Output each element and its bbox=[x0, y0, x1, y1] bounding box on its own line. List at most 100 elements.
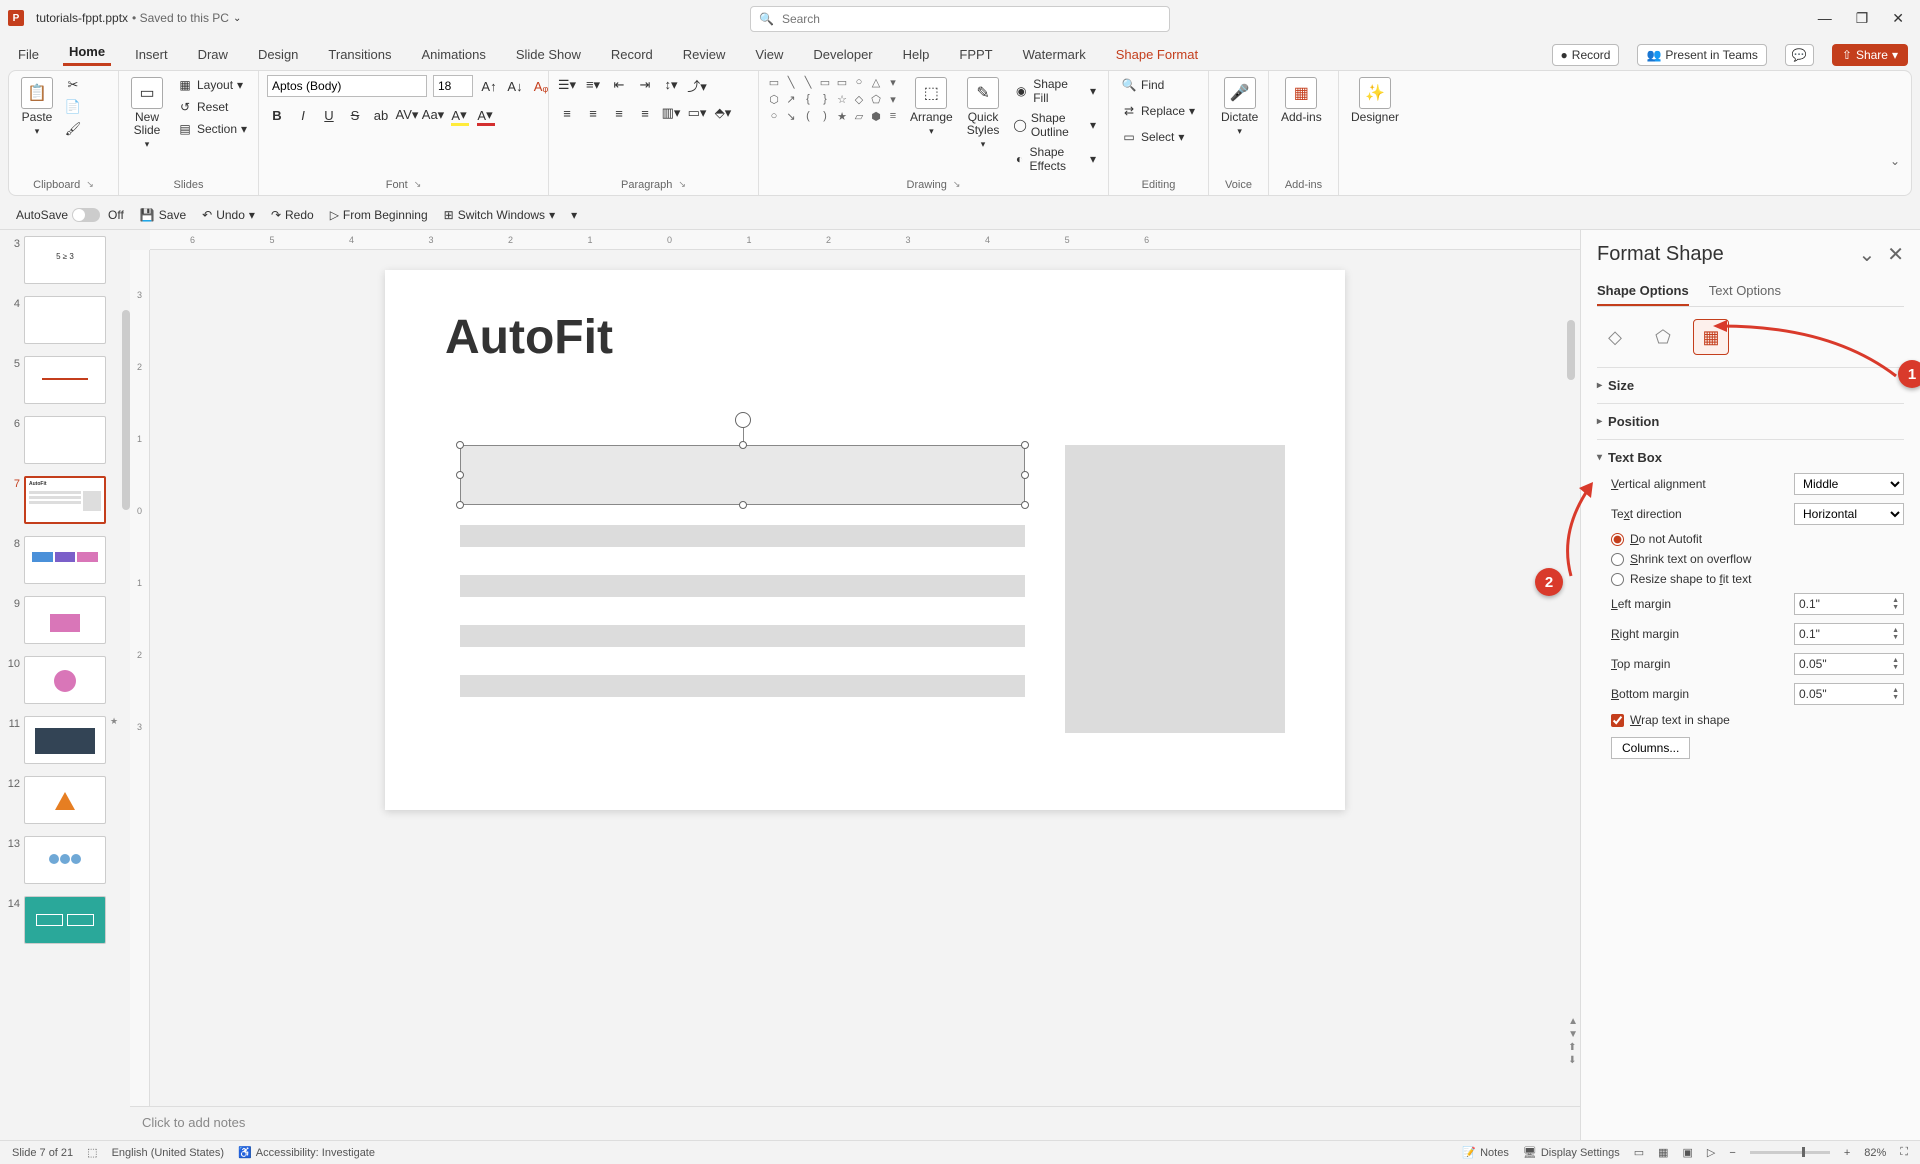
tab-draw[interactable]: Draw bbox=[192, 43, 234, 66]
slide-count[interactable]: Slide 7 of 21 bbox=[12, 1147, 73, 1159]
resize-handle[interactable] bbox=[456, 441, 464, 449]
new-slide-button[interactable]: ▭New Slide▾ bbox=[127, 75, 167, 152]
resize-handle[interactable] bbox=[1021, 441, 1029, 449]
replace-button[interactable]: ⇄Replace ▾ bbox=[1117, 101, 1199, 121]
autofit-shrink-radio[interactable]: Shrink text on overflow bbox=[1597, 549, 1904, 569]
horizontal-ruler[interactable]: 6 5 4 3 2 1 0 1 2 3 4 5 6 bbox=[150, 230, 1580, 250]
decrease-font-icon[interactable]: A↓ bbox=[505, 76, 525, 96]
bullets-button[interactable]: ☰▾ bbox=[557, 75, 577, 95]
tdir-select[interactable]: Horizontal bbox=[1794, 503, 1904, 525]
autofit-none-radio[interactable]: Do not Autofit bbox=[1597, 529, 1904, 549]
dictate-button[interactable]: 🎤Dictate▾ bbox=[1217, 75, 1262, 139]
notes-pane[interactable]: Click to add notes bbox=[130, 1106, 1580, 1140]
content-placeholder[interactable] bbox=[460, 525, 1025, 547]
underline-button[interactable]: U bbox=[319, 105, 339, 125]
undo-button[interactable]: ↶ Undo ▾ bbox=[198, 206, 259, 224]
tab-record[interactable]: Record bbox=[605, 43, 659, 66]
select-button[interactable]: ▭Select ▾ bbox=[1117, 127, 1188, 147]
justify-button[interactable]: ≡ bbox=[635, 103, 655, 123]
clear-format-icon[interactable]: Aᵩ bbox=[531, 76, 551, 96]
thumbnail-10[interactable] bbox=[24, 656, 106, 704]
comments-button[interactable]: 💬 bbox=[1785, 44, 1814, 66]
rotate-handle-icon[interactable] bbox=[735, 412, 751, 428]
tab-review[interactable]: Review bbox=[677, 43, 732, 66]
content-placeholder[interactable] bbox=[460, 675, 1025, 697]
from-beginning-button[interactable]: ▷ From Beginning bbox=[326, 206, 432, 224]
cut-button[interactable]: ✂ bbox=[63, 75, 83, 95]
shapes-gallery[interactable]: ▭╲╲▭▭○△▾ ⬡↗{}☆◇⬠▾ ○↘()★▱⬢≡ bbox=[767, 75, 900, 123]
notes-toggle[interactable]: 📝 Notes bbox=[1462, 1146, 1508, 1159]
tab-help[interactable]: Help bbox=[897, 43, 936, 66]
numbering-button[interactable]: ≡▾ bbox=[583, 75, 603, 95]
tab-shape-format[interactable]: Shape Format bbox=[1110, 43, 1204, 66]
find-button[interactable]: 🔍Find bbox=[1117, 75, 1168, 95]
thumbnail-11[interactable] bbox=[24, 716, 106, 764]
columns-button[interactable]: Columns... bbox=[1611, 737, 1690, 759]
slideshow-view-icon[interactable]: ▷ bbox=[1707, 1146, 1715, 1159]
pane-close-icon[interactable]: ✕ bbox=[1887, 242, 1904, 267]
resize-handle[interactable] bbox=[456, 471, 464, 479]
tab-slideshow[interactable]: Slide Show bbox=[510, 43, 587, 66]
shape-effects-button[interactable]: ◐Shape Effects ▾ bbox=[1009, 143, 1100, 175]
record-button[interactable]: ● Record bbox=[1552, 44, 1620, 66]
shape-outline-button[interactable]: ◯Shape Outline ▾ bbox=[1009, 109, 1100, 141]
vertical-ruler[interactable]: 3210123 bbox=[130, 250, 150, 1106]
font-color-button[interactable]: A▾ bbox=[475, 105, 495, 125]
thumbnail-scrollbar[interactable] bbox=[122, 310, 130, 510]
selected-textbox[interactable] bbox=[460, 445, 1025, 505]
position-section-header[interactable]: ▸Position bbox=[1597, 410, 1904, 433]
shape-fill-button[interactable]: ◉Shape Fill ▾ bbox=[1009, 75, 1100, 107]
slide-canvas[interactable]: AutoFit bbox=[385, 270, 1345, 810]
fit-window-icon[interactable]: ⛶ bbox=[1900, 1146, 1908, 1159]
drawing-dialog-icon[interactable]: ↘ bbox=[953, 179, 961, 191]
dedent-button[interactable]: ⇤ bbox=[609, 75, 629, 95]
highlight-button[interactable]: A▾ bbox=[449, 105, 469, 125]
accessibility-status[interactable]: ♿ Accessibility: Investigate bbox=[238, 1146, 375, 1159]
top-margin-input[interactable]: 0.05"▲▼ bbox=[1794, 653, 1904, 675]
zoom-out-icon[interactable]: − bbox=[1729, 1147, 1735, 1159]
shape-options-tab[interactable]: Shape Options bbox=[1597, 279, 1689, 306]
next-slide-icon[interactable]: ⬇ bbox=[1568, 1055, 1578, 1066]
language-status[interactable]: English (United States) bbox=[112, 1147, 225, 1159]
size-section-header[interactable]: ▸Size bbox=[1597, 374, 1904, 397]
copy-button[interactable]: 📄 bbox=[63, 97, 83, 117]
slide-title[interactable]: AutoFit bbox=[445, 310, 1285, 365]
font-dialog-icon[interactable]: ↘ bbox=[414, 179, 422, 191]
image-placeholder[interactable] bbox=[1065, 445, 1285, 733]
layout-button[interactable]: ▦Layout ▾ bbox=[173, 75, 251, 95]
valign-select[interactable]: Middle bbox=[1794, 473, 1904, 495]
paste-button[interactable]: 📋Paste▾ bbox=[17, 75, 57, 139]
font-name-select[interactable] bbox=[267, 75, 427, 97]
normal-view-icon[interactable]: ▭ bbox=[1634, 1146, 1644, 1159]
left-margin-input[interactable]: 0.1"▲▼ bbox=[1794, 593, 1904, 615]
pane-options-icon[interactable]: ⌄ bbox=[1858, 242, 1875, 267]
save-button[interactable]: 💾 Save bbox=[136, 206, 190, 224]
zoom-in-icon[interactable]: + bbox=[1844, 1147, 1850, 1159]
reset-button[interactable]: ↺Reset bbox=[173, 97, 251, 117]
case-button[interactable]: Aa▾ bbox=[423, 105, 443, 125]
thumbnail-4[interactable] bbox=[24, 296, 106, 344]
quick-styles-button[interactable]: ✎Quick Styles▾ bbox=[963, 75, 1004, 152]
indent-button[interactable]: ⇥ bbox=[635, 75, 655, 95]
resize-handle[interactable] bbox=[1021, 501, 1029, 509]
switch-windows-button[interactable]: ⊞ Switch Windows ▾ bbox=[440, 206, 559, 224]
tab-view[interactable]: View bbox=[749, 43, 789, 66]
search-box[interactable]: 🔍 bbox=[750, 6, 1170, 32]
display-settings[interactable]: 🖥 Display Settings bbox=[1523, 1146, 1620, 1159]
redo-button[interactable]: ↷ Redo bbox=[267, 206, 318, 224]
shadow-button[interactable]: ab bbox=[371, 105, 391, 125]
section-button[interactable]: ▤Section ▾ bbox=[173, 119, 251, 139]
textbox-section-header[interactable]: ▾Text Box bbox=[1597, 446, 1904, 469]
search-input[interactable] bbox=[782, 12, 1161, 26]
thumbnail-12[interactable] bbox=[24, 776, 106, 824]
align-right-button[interactable]: ≡ bbox=[609, 103, 629, 123]
resize-handle[interactable] bbox=[739, 501, 747, 509]
collapse-ribbon-icon[interactable]: ⌄ bbox=[1890, 154, 1900, 168]
thumbnail-5[interactable] bbox=[24, 356, 106, 404]
tab-insert[interactable]: Insert bbox=[129, 43, 174, 66]
italic-button[interactable]: I bbox=[293, 105, 313, 125]
maximize-button[interactable]: ❐ bbox=[1856, 10, 1869, 27]
content-placeholder[interactable] bbox=[460, 625, 1025, 647]
bottom-margin-input[interactable]: 0.05"▲▼ bbox=[1794, 683, 1904, 705]
prev-slide-icon[interactable]: ⬆ bbox=[1568, 1042, 1578, 1053]
